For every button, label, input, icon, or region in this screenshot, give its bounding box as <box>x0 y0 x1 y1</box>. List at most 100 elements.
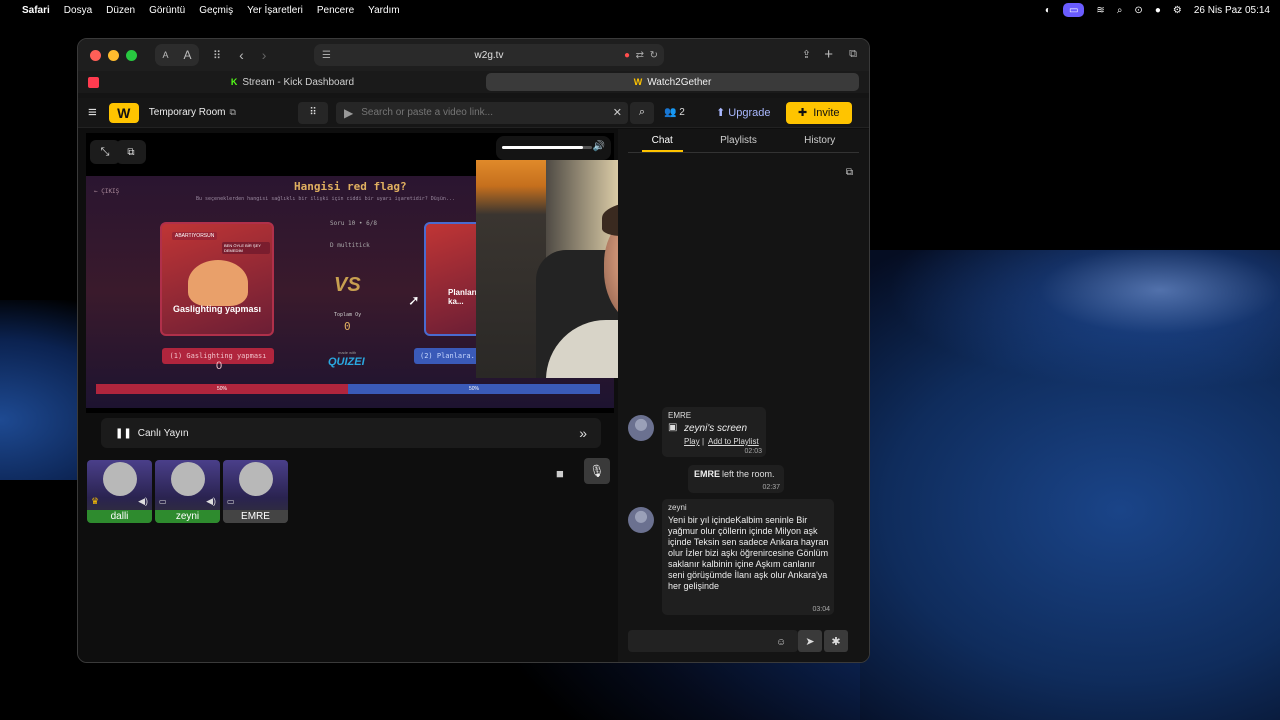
option-2-button: (2) Planlara... <box>414 348 484 364</box>
chat-message: zeyni Yeni bir yıl içindeKalbim seninle … <box>662 499 834 615</box>
copy-icon[interactable]: ⧉ <box>229 107 235 118</box>
participant-tile-emre[interactable]: ▭ EMRE <box>223 460 288 523</box>
emoji-icon[interactable]: ☺ <box>776 637 786 648</box>
picture-in-picture-icon[interactable]: ⧉ <box>116 140 146 164</box>
chat-input[interactable] <box>628 630 798 652</box>
search-icon[interactable]: ⌕ <box>630 101 654 124</box>
speaker-icon: ◀) <box>206 496 216 506</box>
tab-watch2gether[interactable]: W Watch2Gether <box>485 73 859 91</box>
tab-kick-dashboard[interactable]: K Stream - Kick Dashboard <box>105 73 480 91</box>
new-tab-icon[interactable]: + <box>824 46 833 63</box>
tab-overview-icon[interactable]: ⠿ <box>213 49 221 62</box>
users-button[interactable]: 👥 2 <box>664 107 685 118</box>
menu-item-view[interactable]: Görüntü <box>149 5 185 16</box>
text-larger-button[interactable]: A <box>183 48 191 62</box>
pause-icon[interactable]: ❚❚ <box>115 428 132 439</box>
score-value: 0 <box>344 320 351 333</box>
camera-icon[interactable]: ■ <box>556 466 564 481</box>
participant-name: EMRE <box>223 510 288 523</box>
round-label: Soru 10 • 6/8 <box>330 220 377 227</box>
app-header: ≡ W Temporary Room ⧉ ⠿ ▶ ✕ ⌕ 👥 2 ⬆ Upgra… <box>78 98 869 128</box>
spotlight-search-icon[interactable]: ⌕ <box>1117 5 1123 16</box>
pinned-tab-icon[interactable] <box>88 76 99 88</box>
avatar <box>628 507 654 533</box>
chat-sidebar: Chat Playlists History ⧉ EMRE ▣ zeyni's … <box>618 129 869 662</box>
close-window-button[interactable] <box>90 49 101 61</box>
quizei-logo: QUIZEI <box>328 356 365 368</box>
tab-history[interactable]: History <box>794 135 845 152</box>
clear-search-icon[interactable]: ✕ <box>613 106 622 119</box>
w2g-favicon-icon: W <box>633 77 643 87</box>
forward-button[interactable]: › <box>262 47 267 63</box>
participant-name: zeyni <box>155 510 220 523</box>
vote-split-bar: 50% 50% <box>96 384 600 394</box>
participant-tile-dalli[interactable]: ♛ ◀) dalli <box>87 460 152 523</box>
control-center-icon[interactable]: ⚙ <box>1173 5 1182 16</box>
sparkle-icon: ✱ <box>831 635 841 648</box>
screen-share-icon: ▭ <box>159 497 167 506</box>
zoom-window-button[interactable] <box>126 49 137 61</box>
sidebar-tabs: Chat Playlists History <box>628 135 859 153</box>
volume-slider[interactable] <box>502 146 592 149</box>
display-badge-icon[interactable]: ▭ <box>1062 3 1085 17</box>
vote-bar-left: 50% <box>96 384 348 394</box>
microphone-in-use-icon[interactable]: ● <box>624 50 630 61</box>
minimize-window-button[interactable] <box>108 49 119 61</box>
vs-label: VS <box>334 274 361 296</box>
skip-forward-icon[interactable]: » <box>579 425 587 441</box>
menu-item-edit[interactable]: Düzen <box>106 5 135 16</box>
send-icon: ➤ <box>805 635 815 648</box>
chat-message: EMRE ▣ zeyni's screen Play | Add to Play… <box>662 407 766 457</box>
send-message-button[interactable]: ➤ <box>798 630 822 652</box>
wifi-icon[interactable]: ≋ <box>1096 5 1104 16</box>
tab-playlists[interactable]: Playlists <box>710 135 767 152</box>
menu-item-window[interactable]: Pencere <box>317 5 354 16</box>
chat-extras-button[interactable]: ✱ <box>824 630 848 652</box>
share-icon[interactable]: ⇪ <box>802 48 811 61</box>
avatar <box>171 462 205 496</box>
message-time: 03:04 <box>812 606 830 613</box>
menu-item-history[interactable]: Geçmiş <box>199 5 233 16</box>
translate-icon[interactable]: ⇄ <box>636 50 644 61</box>
video-search-input[interactable] <box>361 107 602 118</box>
live-status: Canlı Yayın <box>137 427 189 439</box>
menu-app-name[interactable]: Safari <box>22 5 50 16</box>
popout-chat-icon[interactable]: ⧉ <box>846 167 853 178</box>
room-title[interactable]: Temporary Room <box>149 107 226 118</box>
link-separator: | <box>702 437 705 446</box>
menu-datetime[interactable]: 26 Nis Paz 05:14 <box>1194 5 1270 16</box>
option-1-count: 0 <box>216 360 223 372</box>
address-bar[interactable]: ☰ w2g.tv ● ⇄ ↻ <box>314 44 664 66</box>
hamburger-menu-icon[interactable]: ≡ <box>88 104 97 121</box>
invite-button[interactable]: ✚ Invite <box>786 101 852 124</box>
menu-item-bookmarks[interactable]: Yer İşaretleri <box>247 5 303 16</box>
tab-chat[interactable]: Chat <box>641 135 683 152</box>
upgrade-label: Upgrade <box>728 107 771 119</box>
game-back-link: ← ÇIKIŞ <box>94 188 120 195</box>
upgrade-button[interactable]: ⬆ Upgrade <box>716 106 770 119</box>
avatar <box>628 415 654 441</box>
screen-share-icon[interactable]: ◐ <box>1045 5 1051 16</box>
menu-item-file[interactable]: Dosya <box>64 5 92 16</box>
reload-icon[interactable]: ↻ <box>650 50 658 61</box>
timer-label: D multitick <box>330 242 370 249</box>
add-to-playlist-link[interactable]: Add to Playlist <box>708 437 759 446</box>
apps-grid-icon[interactable]: ⠿ <box>298 101 328 124</box>
show-all-tabs-icon[interactable]: ⧉ <box>849 48 857 61</box>
user-icon[interactable]: ● <box>1155 5 1161 16</box>
text-smaller-button[interactable]: A <box>162 50 168 60</box>
participant-tile-zeyni[interactable]: ▭ ◀) zeyni <box>155 460 220 523</box>
reader-text-size-group: A A <box>155 44 199 66</box>
media-play-icon[interactable]: ⊙ <box>1134 5 1142 16</box>
play-link[interactable]: Play <box>684 437 700 446</box>
w2g-logo[interactable]: W <box>108 102 139 123</box>
avatar <box>103 462 137 496</box>
microphone-icon[interactable]: 🎙 <box>584 458 610 484</box>
volume-control: 🔊 <box>496 136 611 160</box>
page-menu-icon[interactable]: ☰ <box>322 50 331 61</box>
menu-item-help[interactable]: Yardım <box>368 5 400 16</box>
card1-illustration <box>188 260 248 306</box>
volume-icon[interactable]: 🔊 <box>593 141 605 152</box>
card1-sticker: BEN ÖYLE BİR ŞEY DEMEDİM <box>222 242 270 254</box>
back-button[interactable]: ‹ <box>239 47 244 63</box>
